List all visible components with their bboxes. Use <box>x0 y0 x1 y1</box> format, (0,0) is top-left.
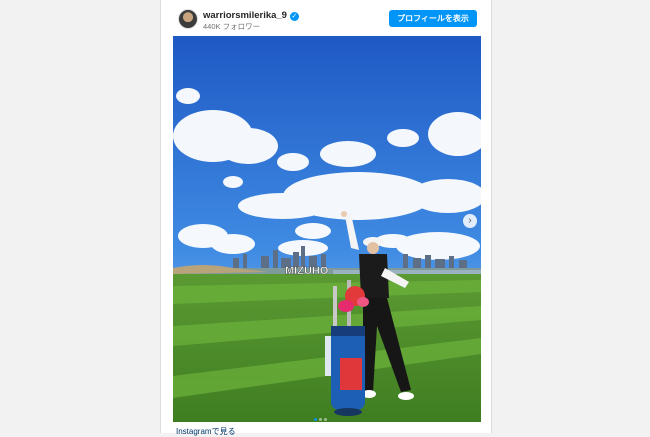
carousel-dot-1 <box>314 418 317 421</box>
carousel-dot-2 <box>319 418 322 421</box>
instagram-embed: warriorsmilerika_9 ✓ 440K フォロワー プロフィールを表示 <box>160 0 492 436</box>
post-header: warriorsmilerika_9 ✓ 440K フォロワー プロフィールを表示 <box>161 0 491 36</box>
verified-badge-icon: ✓ <box>289 12 299 21</box>
username-text: warriorsmilerika_9 <box>203 10 287 21</box>
carousel-dot-3 <box>324 418 327 421</box>
username-link[interactable]: warriorsmilerika_9 ✓ <box>203 10 299 21</box>
follower-count: 440K フォロワー <box>203 22 261 31</box>
avatar[interactable] <box>178 9 198 29</box>
next-slide-icon[interactable]: › <box>463 214 477 228</box>
mizuho-sign: MIZUHO <box>285 265 329 277</box>
post-photo[interactable]: MIZUHO › <box>173 36 481 422</box>
photo-illustration: MIZUHO <box>173 36 481 422</box>
view-on-instagram-link[interactable]: Instagramで見る <box>176 426 236 437</box>
carousel-dots <box>313 408 328 422</box>
view-profile-button[interactable]: プロフィールを表示 <box>389 10 477 27</box>
